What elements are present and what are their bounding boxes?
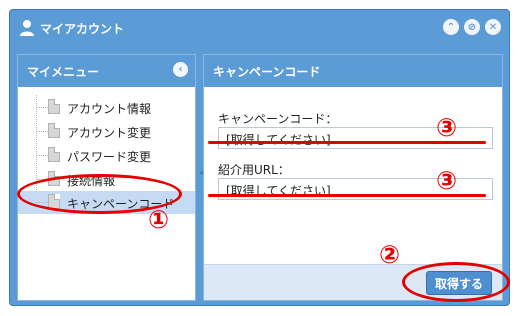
collapse-icon[interactable]: ‹ [173,62,188,77]
menu-item-label: アカウント情報 [67,102,152,116]
document-icon [48,99,60,114]
menu-item-account-info[interactable]: アカウント情報 [18,96,195,119]
annotation-marker-2: ② [379,240,401,269]
campaign-code-header: キャンペーンコード [204,55,502,87]
campaign-code-label: キャンペーンコード： [218,112,338,126]
document-icon [48,123,60,138]
user-icon [20,20,34,36]
document-icon [48,147,60,162]
menu-item-account-change[interactable]: アカウント変更 [18,120,195,143]
window-titlebar: マイアカウント ⌃ ⊘ ✕ [10,10,509,46]
annotation-marker-3b: ③ [436,166,458,195]
close-icon[interactable]: ✕ [485,19,501,35]
block-icon[interactable]: ⊘ [464,19,480,35]
menu-item-label: アカウント変更 [67,126,152,140]
my-menu-header: マイメニュー ‹ [18,55,195,87]
referral-url-label: 紹介用URL： [218,163,290,177]
window-title: マイアカウント [40,22,125,36]
annotation-ellipse-get-button [402,262,510,302]
menu-item-label: パスワード変更 [67,150,152,164]
annotation-marker-1: ① [148,205,170,234]
menu-item-password-change[interactable]: パスワード変更 [18,144,195,167]
annotation-marker-3a: ③ [436,113,458,142]
my-account-window: マイアカウント ⌃ ⊘ ✕ マイメニュー ‹ アカウント情報 アカウント変更 パ… [9,9,510,306]
up-icon[interactable]: ⌃ [443,19,459,35]
my-menu-title: マイメニュー [27,65,100,79]
campaign-code-title: キャンペーンコード [213,65,321,79]
